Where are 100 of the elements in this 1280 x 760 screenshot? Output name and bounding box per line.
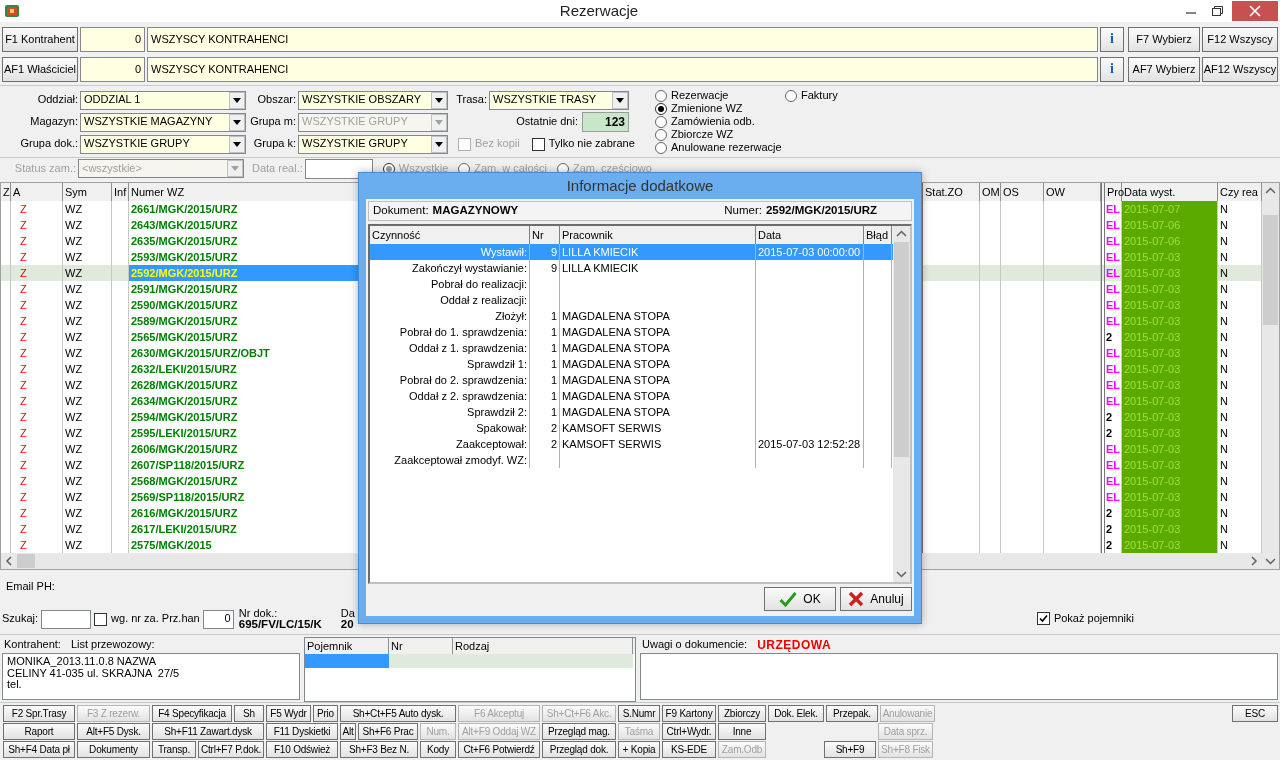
document-note: URZĘDOWA [757, 637, 832, 653]
all-button[interactable]: AF12 Wszyscy [1202, 57, 1278, 82]
toolbar-button[interactable]: F9 Kartony [662, 705, 716, 722]
toolbar-button[interactable]: Przepak. [826, 705, 878, 722]
toolbar-button[interactable]: + Kopia [618, 741, 660, 758]
table-cell: Z [11, 489, 63, 505]
date-field[interactable] [304, 158, 373, 179]
table-cell: Z [11, 473, 63, 489]
toolbar-button[interactable]: F4 Specyfikacja [152, 705, 232, 722]
select-button[interactable]: AF7 Wybierz [1128, 57, 1200, 82]
all-button[interactable]: F12 Wszyscy [1202, 27, 1278, 52]
radio-button[interactable] [655, 102, 667, 115]
table-cell: MAGDALENA STOPA [560, 404, 756, 420]
checkbox[interactable] [1036, 611, 1050, 625]
code-field[interactable]: 0 [80, 27, 145, 52]
toolbar-button[interactable]: Ctrl+Wydr. [662, 723, 716, 740]
toolbar-button[interactable]: Kody [420, 741, 456, 758]
field-label: Status zam.: [13, 161, 76, 176]
table-cell: 2015-07-03 [1122, 441, 1218, 457]
toolbar-button[interactable]: Sh+F11 Zawart.dysk [152, 723, 264, 740]
toolbar-button[interactable]: ESC [1232, 705, 1278, 722]
radio-button[interactable] [655, 115, 667, 128]
table-cell: Z [11, 409, 63, 425]
toolbar-button[interactable]: Transp. [152, 741, 196, 758]
table-cell: Pobrał do realizacji: [370, 276, 530, 292]
toolbar-button[interactable]: Sh+F9 [824, 741, 876, 758]
text-area[interactable] [640, 653, 1278, 700]
field-label: Oddział: [37, 93, 78, 107]
toolbar-button[interactable]: Sh+F6 Prac [358, 723, 418, 740]
days-field[interactable]: 123 [582, 112, 629, 132]
toolbar-button[interactable]: F10 Odśwież [266, 741, 338, 758]
dropdown[interactable]: WSZYSTKIE TRASY [489, 90, 629, 110]
table-cell: WZ [63, 313, 112, 329]
table-cell: Z [11, 425, 63, 441]
counter-field[interactable]: 0 [202, 609, 234, 629]
table-cell: Zaakceptował: [370, 436, 530, 452]
field-label: Szukaj: [2, 612, 39, 626]
code-field[interactable]: 0 [80, 57, 145, 82]
dropdown[interactable]: WSZYSTKIE OBSZARY [298, 90, 448, 110]
dropdown[interactable]: WSZYSTKIE MAGAZYNY [80, 112, 246, 132]
close-icon[interactable] [1232, 1, 1278, 21]
check-icon [1038, 613, 1048, 623]
table-cell: WZ [63, 281, 112, 297]
toolbar-button[interactable]: Przegląd mag. [542, 723, 616, 740]
scrollbar-thumb[interactable] [1263, 215, 1278, 325]
toolbar-button[interactable]: F11 Dyskietki [266, 723, 338, 740]
contractor-button[interactable]: F1 Kontrahent [2, 27, 78, 52]
toolbar-button[interactable]: Prio [313, 705, 338, 722]
checkbox[interactable] [94, 612, 108, 626]
contractor-button[interactable]: AF1 Właściciel [2, 57, 78, 82]
toolbar-button[interactable]: F2 Spr.Trasy [3, 705, 75, 722]
radio-label: Anulowane rezerwacje [671, 141, 782, 154]
search-field[interactable] [41, 609, 92, 629]
table-cell: MAGDALENA STOPA [560, 356, 756, 372]
select-button[interactable]: F7 Wybierz [1128, 27, 1200, 52]
field-label: Grupa k: [253, 137, 296, 151]
toolbar-button[interactable]: Zbiorczy [718, 705, 766, 722]
table-cell: Z [11, 313, 63, 329]
radio-button[interactable] [655, 128, 667, 141]
cancel-button[interactable]: Anuluj [840, 587, 912, 611]
dropdown[interactable]: WSZYSTKIE GRUPY [298, 134, 448, 154]
radio-button[interactable] [655, 89, 667, 102]
toolbar-button[interactable]: Alt+F5 Dysk. [77, 723, 150, 740]
dropdown[interactable]: WSZYSTKIE GRUPY [80, 134, 246, 154]
table-cell: 2015-07-03 [1122, 409, 1218, 425]
toolbar-button[interactable]: Sh+Ct+F5 Auto dysk. [340, 705, 456, 722]
toolbar-button[interactable]: KS-EDE [662, 741, 716, 758]
toolbar-button[interactable]: Ctrl+F7 P.dok. [198, 741, 264, 758]
toolbar-button[interactable]: Raport [3, 723, 75, 740]
text-area[interactable]: MONIKA_2013.11.0.8 NAZWA CELINY 41-035 ul. SKRAJNA 27/5 tel. [2, 653, 300, 700]
toolbar-button[interactable]: Ct+F6 Potwierdź [458, 741, 540, 758]
table-cell: 2015-07-07 [1122, 201, 1218, 217]
checkbox-label: Tylko nie zabrane [548, 137, 635, 151]
column-header: OS [1001, 183, 1044, 201]
contractor-field[interactable]: WSZYSCY KONTRAHENCI [147, 27, 1098, 52]
toolbar-button[interactable]: Przegląd dok. [542, 741, 616, 758]
table-cell: MAGDALENA STOPA [560, 388, 756, 404]
toolbar-button[interactable]: Inne [718, 723, 766, 740]
scrollbar-thumb[interactable] [894, 242, 909, 457]
dropdown[interactable]: ODDZIAL 1 [80, 90, 246, 110]
contractor-field[interactable]: WSZYSCY KONTRAHENCI [147, 57, 1098, 82]
info-button[interactable]: i [1100, 57, 1124, 82]
ok-button[interactable]: OK [764, 587, 836, 611]
toolbar-button[interactable]: Sh [234, 705, 264, 722]
table-cell: 1 [530, 372, 560, 388]
toolbar-button[interactable]: Sh+F4 Data pł [3, 741, 75, 758]
toolbar-button[interactable]: Dokumenty [77, 741, 150, 758]
scrollbar-thumb[interactable] [17, 554, 35, 568]
table-cell: Z [11, 505, 63, 521]
table-cell: 2015-07-03 [1122, 265, 1218, 281]
radio-button[interactable] [785, 89, 797, 102]
toolbar-button[interactable]: Sh+F3 Bez N. [340, 741, 418, 758]
radio-button[interactable] [655, 141, 667, 154]
checkbox[interactable] [531, 137, 545, 151]
toolbar-button[interactable]: Alt [340, 723, 356, 740]
info-button[interactable]: i [1100, 27, 1124, 52]
toolbar-button[interactable]: Dok. Elek. [768, 705, 824, 722]
toolbar-button[interactable]: F5 Wydr [266, 705, 311, 722]
toolbar-button[interactable]: S.Numr [618, 705, 660, 722]
table-cell: Z [11, 217, 63, 233]
